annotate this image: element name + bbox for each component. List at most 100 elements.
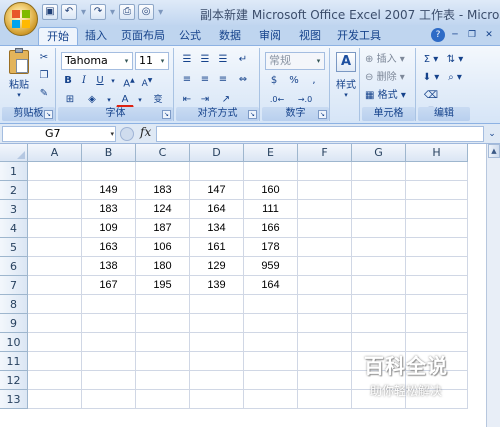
- column-header-f[interactable]: F: [298, 144, 352, 162]
- cell-h4[interactable]: [406, 219, 468, 238]
- cell-f6[interactable]: [298, 257, 352, 276]
- underline-icon[interactable]: U: [93, 73, 107, 89]
- tab-page-layout[interactable]: 页面布局: [118, 27, 168, 45]
- cell-a5[interactable]: [28, 238, 82, 257]
- cell-b6[interactable]: 138: [82, 257, 136, 276]
- align-middle-icon[interactable]: ☰: [197, 52, 213, 68]
- cell-f8[interactable]: [298, 295, 352, 314]
- cell-e1[interactable]: [244, 162, 298, 181]
- expand-formula-bar-icon[interactable]: ⌄: [486, 126, 498, 142]
- underline-dropdown-icon[interactable]: ▾: [109, 73, 117, 89]
- cell-f1[interactable]: [298, 162, 352, 181]
- cell-c10[interactable]: [136, 333, 190, 352]
- cell-b7[interactable]: 167: [82, 276, 136, 295]
- cell-a1[interactable]: [28, 162, 82, 181]
- preview-icon[interactable]: ◎: [138, 4, 155, 20]
- format-painter-icon[interactable]: ✎: [36, 86, 52, 102]
- cell-h1[interactable]: [406, 162, 468, 181]
- cell-g6[interactable]: [352, 257, 406, 276]
- formula-input[interactable]: [156, 126, 484, 142]
- styles-button[interactable]: A 样式 ▾: [334, 52, 358, 104]
- format-cells-button[interactable]: ▦ 格式 ▾: [364, 88, 414, 104]
- cell-g5[interactable]: [352, 238, 406, 257]
- vertical-scrollbar[interactable]: ▲: [486, 144, 500, 427]
- increase-indent-icon[interactable]: ⇥: [197, 92, 213, 108]
- row-header-7[interactable]: 7: [0, 276, 28, 295]
- cell-b10[interactable]: [82, 333, 136, 352]
- cell-d1[interactable]: [190, 162, 244, 181]
- cell-d4[interactable]: 134: [190, 219, 244, 238]
- tab-view[interactable]: 视图: [292, 27, 328, 45]
- tab-insert[interactable]: 插入: [78, 27, 114, 45]
- decrease-indent-icon[interactable]: ⇤: [179, 92, 195, 108]
- column-header-d[interactable]: D: [190, 144, 244, 162]
- bold-icon[interactable]: B: [61, 73, 75, 89]
- cell-b1[interactable]: [82, 162, 136, 181]
- formula-bar-grip[interactable]: [120, 127, 134, 141]
- number-launcher-icon[interactable]: ↘: [318, 110, 327, 119]
- cell-e2[interactable]: 160: [244, 181, 298, 200]
- undo-dropdown-icon[interactable]: ▾: [81, 7, 86, 18]
- cell-e13[interactable]: [244, 390, 298, 409]
- clipboard-launcher-icon[interactable]: ↘: [44, 110, 53, 119]
- number-format-combo[interactable]: 常规 ▾: [265, 52, 325, 70]
- cell-d9[interactable]: [190, 314, 244, 333]
- delete-cells-button[interactable]: ⊖ 删除 ▾: [364, 70, 414, 86]
- column-header-h[interactable]: H: [406, 144, 468, 162]
- column-header-g[interactable]: G: [352, 144, 406, 162]
- cell-d11[interactable]: [190, 352, 244, 371]
- cell-e7[interactable]: 164: [244, 276, 298, 295]
- italic-icon[interactable]: I: [77, 73, 91, 89]
- font-name-dropdown-icon[interactable]: ▾: [121, 53, 132, 69]
- cell-g8[interactable]: [352, 295, 406, 314]
- column-header-c[interactable]: C: [136, 144, 190, 162]
- cell-b8[interactable]: [82, 295, 136, 314]
- cell-a3[interactable]: [28, 200, 82, 219]
- cell-a13[interactable]: [28, 390, 82, 409]
- cell-c4[interactable]: 187: [136, 219, 190, 238]
- paste-dropdown-icon[interactable]: ▾: [6, 91, 32, 99]
- cell-g3[interactable]: [352, 200, 406, 219]
- column-header-b[interactable]: B: [82, 144, 136, 162]
- cell-f11[interactable]: [298, 352, 352, 371]
- align-left-icon[interactable]: ≡: [179, 72, 195, 88]
- cell-f10[interactable]: [298, 333, 352, 352]
- tab-data[interactable]: 数据: [212, 27, 248, 45]
- orientation-icon[interactable]: ↗: [217, 92, 235, 108]
- merge-center-icon[interactable]: ⇔: [235, 72, 251, 88]
- phonetic-guide-icon[interactable]: 变: [148, 92, 168, 108]
- cell-c13[interactable]: [136, 390, 190, 409]
- cell-e4[interactable]: 166: [244, 219, 298, 238]
- undo-icon[interactable]: ↶: [61, 4, 77, 20]
- cell-c9[interactable]: [136, 314, 190, 333]
- cell-g1[interactable]: [352, 162, 406, 181]
- print-preview-icon[interactable]: ⎙: [119, 4, 136, 20]
- cell-d7[interactable]: 139: [190, 276, 244, 295]
- increase-decimal-icon[interactable]: .0←: [265, 92, 289, 108]
- accounting-format-icon[interactable]: $: [265, 73, 283, 89]
- shrink-font-icon[interactable]: A▼: [139, 73, 155, 89]
- cell-c6[interactable]: 180: [136, 257, 190, 276]
- font-color-icon[interactable]: A: [116, 92, 134, 108]
- cell-e3[interactable]: 111: [244, 200, 298, 219]
- cell-g9[interactable]: [352, 314, 406, 333]
- cell-d2[interactable]: 147: [190, 181, 244, 200]
- cell-h2[interactable]: [406, 181, 468, 200]
- cell-e11[interactable]: [244, 352, 298, 371]
- row-header-10[interactable]: 10: [0, 333, 28, 352]
- save-icon[interactable]: ▣: [42, 4, 58, 20]
- row-header-9[interactable]: 9: [0, 314, 28, 333]
- cell-c1[interactable]: [136, 162, 190, 181]
- workbook-close-icon[interactable]: ✕: [482, 28, 496, 42]
- cell-a7[interactable]: [28, 276, 82, 295]
- alignment-launcher-icon[interactable]: ↘: [248, 110, 257, 119]
- cell-b5[interactable]: 163: [82, 238, 136, 257]
- cell-f9[interactable]: [298, 314, 352, 333]
- align-right-icon[interactable]: ≡: [215, 72, 231, 88]
- tab-review[interactable]: 审阅: [252, 27, 288, 45]
- cut-icon[interactable]: ✂: [36, 50, 52, 66]
- cell-f13[interactable]: [298, 390, 352, 409]
- cell-c8[interactable]: [136, 295, 190, 314]
- select-all-corner[interactable]: [0, 144, 28, 162]
- fill-icon[interactable]: ⬇ ▾: [420, 70, 442, 86]
